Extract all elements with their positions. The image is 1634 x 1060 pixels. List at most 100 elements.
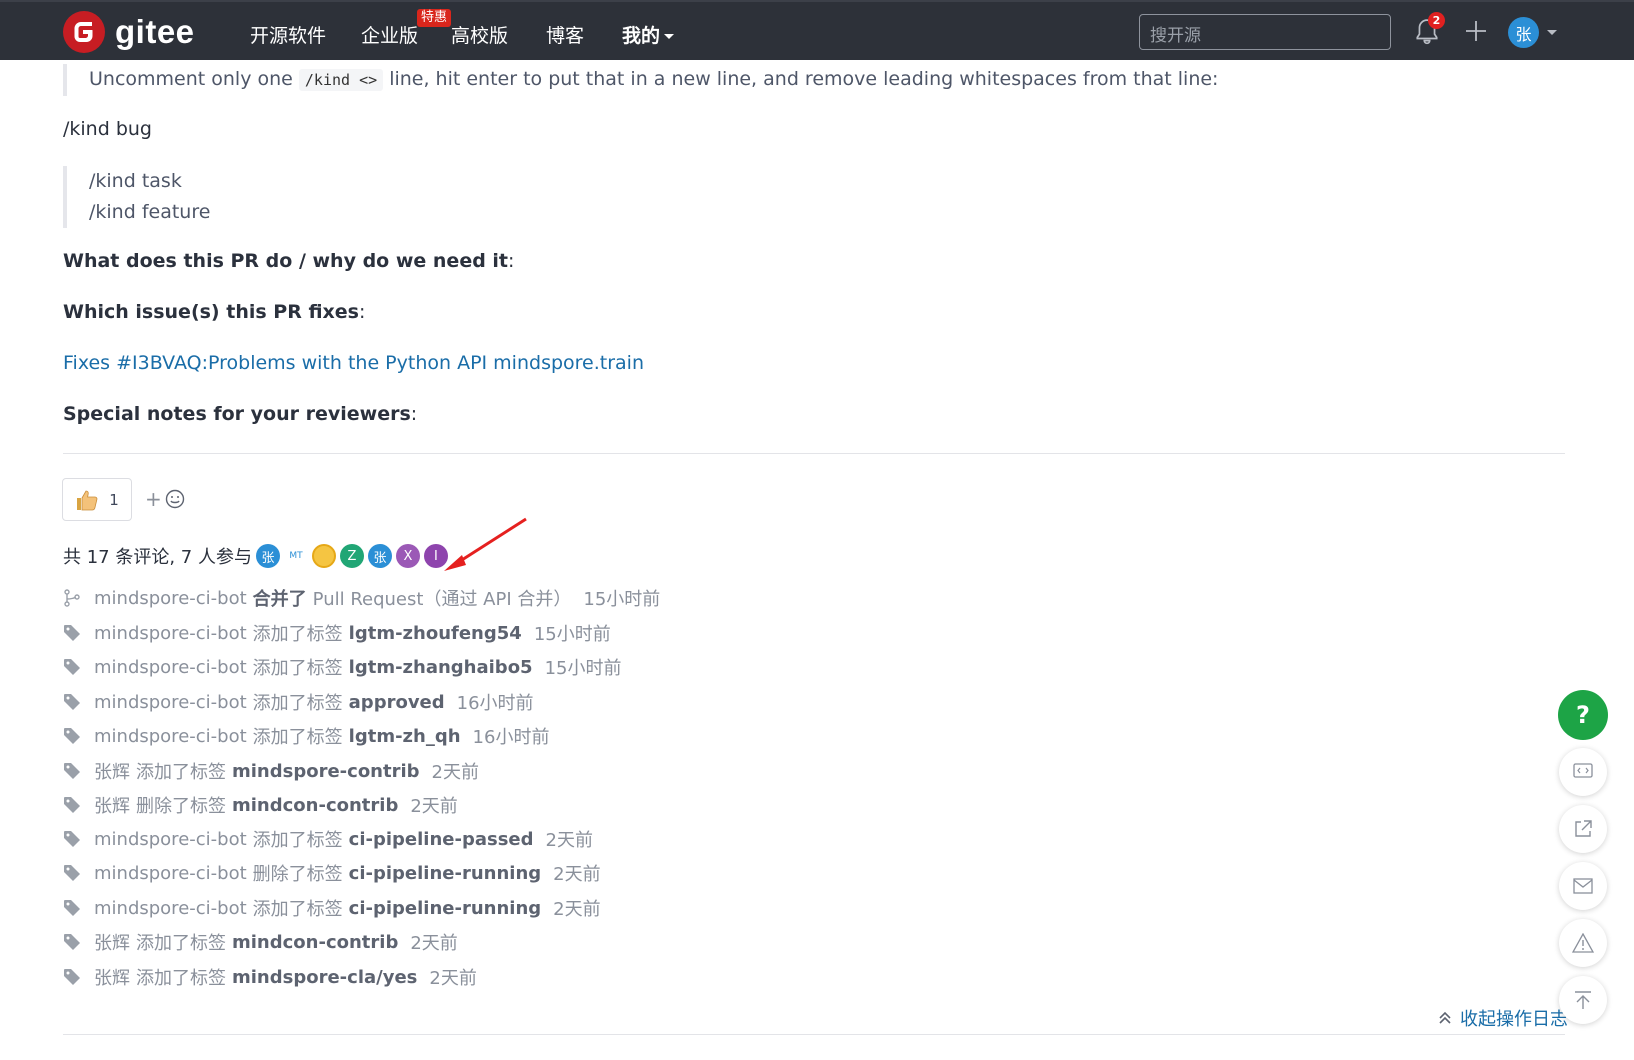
activity-time: 16小时前 xyxy=(456,693,534,714)
activity-time: 15小时前 xyxy=(544,658,622,679)
activity-user[interactable]: mindspore-ci-bot xyxy=(94,898,247,919)
what-heading: What does this PR do / why do we need it… xyxy=(63,250,515,272)
activity-action: 添加了标签 xyxy=(252,658,343,679)
nav-open-source[interactable]: 开源软件 xyxy=(250,21,326,48)
activity-target: ci-pipeline-running xyxy=(348,897,542,919)
tag-icon xyxy=(64,694,80,710)
report-button[interactable] xyxy=(1559,919,1607,967)
instruction-text-pre: Uncomment only one xyxy=(89,68,293,90)
thumbs-up-icon xyxy=(77,490,98,510)
nav-mine-label: 我的 xyxy=(622,25,661,47)
content-divider xyxy=(63,453,1565,454)
tag-icon xyxy=(64,797,80,813)
activity-action: 添加了标签 xyxy=(136,762,226,783)
activity-target: mindcon-contrib xyxy=(232,931,399,953)
activity-user[interactable]: mindspore-ci-bot xyxy=(94,863,247,884)
notes-heading-text: Special notes for your reviewers xyxy=(63,403,411,425)
activity-item: mindspore-ci-bot 添加了标签 approved 16小时前 xyxy=(63,689,534,715)
activity-user[interactable]: 张辉 xyxy=(94,964,130,990)
activity-user[interactable]: 张辉 xyxy=(94,929,130,955)
activity-time: 16小时前 xyxy=(472,727,550,748)
activity-time: 15小时前 xyxy=(533,624,611,645)
activity-user[interactable]: mindspore-ci-bot xyxy=(94,657,247,678)
kind-bug-line: /kind bug xyxy=(63,118,152,140)
warning-icon xyxy=(1572,933,1594,953)
activity-item: mindspore-ci-bot 添加了标签 lgtm-zhanghaibo5 15小… xyxy=(63,654,622,680)
tag-icon xyxy=(64,865,80,881)
enterprise-promo-badge: 特惠 xyxy=(417,9,452,27)
nav-mine[interactable]: 我的 xyxy=(622,21,675,48)
activity-target: mindcon-contrib xyxy=(232,794,399,816)
nav-education[interactable]: 高校版 xyxy=(451,21,508,48)
double-chevron-up-icon xyxy=(1439,1011,1451,1024)
activity-action: 添加了标签 xyxy=(252,624,343,645)
which-heading-text: Which issue(s) this PR fixes xyxy=(63,301,359,323)
search-input[interactable]: 搜开源 xyxy=(1139,14,1391,50)
activity-target: approved xyxy=(348,691,445,713)
fixes-line: Fixes #I3BVAQ:Problems with the Python A… xyxy=(63,352,644,374)
help-button[interactable]: ? xyxy=(1558,690,1608,740)
thumbs-up-reaction-button[interactable]: 1 xyxy=(62,478,132,521)
code-icon xyxy=(1573,763,1593,778)
participant-avatar[interactable]: Z xyxy=(339,544,364,568)
activity-user[interactable]: mindspore-ci-bot xyxy=(94,588,247,609)
participants-summary: 共 17 条评论, 7 人参与 张 MT Z 张 X I xyxy=(63,543,448,569)
smile-icon xyxy=(165,489,184,509)
code-embed-button[interactable] xyxy=(1559,748,1607,796)
fixes-prefix: Fixes xyxy=(63,352,111,374)
tag-icon xyxy=(64,831,80,847)
activity-action: 添加了标签 xyxy=(136,933,226,954)
participant-avatar[interactable]: 张 xyxy=(367,544,392,568)
activity-time: 2天前 xyxy=(429,968,477,989)
participant-avatar[interactable]: 张 xyxy=(255,544,280,568)
participant-avatar[interactable] xyxy=(311,544,336,568)
back-to-top-button[interactable] xyxy=(1559,976,1607,1024)
tag-icon xyxy=(64,728,80,744)
avatar-chevron-down-icon[interactable] xyxy=(1547,30,1557,35)
activity-user[interactable]: mindspore-ci-bot xyxy=(94,829,247,850)
collapse-log-label: 收起操作日志 xyxy=(1460,1009,1568,1030)
activity-user[interactable]: 张辉 xyxy=(94,792,130,818)
activity-target: lgtm-zh_qh xyxy=(348,725,461,747)
notes-heading: Special notes for your reviewers: xyxy=(63,403,418,425)
tag-icon xyxy=(64,659,80,675)
activity-target: mindspore-contrib xyxy=(232,760,420,782)
add-reaction-button[interactable]: + xyxy=(145,487,185,511)
nav-enterprise[interactable]: 企业版 xyxy=(361,21,418,48)
external-link-icon xyxy=(1575,820,1592,837)
activity-action: 删除了标签 xyxy=(252,864,343,885)
annotation-arrow-icon xyxy=(444,517,527,571)
collapse-log-button[interactable]: 收起操作日志 xyxy=(1438,1005,1568,1031)
activity-user[interactable]: mindspore-ci-bot xyxy=(94,623,247,644)
activity-user[interactable]: mindspore-ci-bot xyxy=(94,692,247,713)
what-heading-text: What does this PR do / why do we need it xyxy=(63,250,509,272)
kind-feature-line: /kind feature xyxy=(89,201,211,223)
activity-target: lgtm-zhanghaibo5 xyxy=(348,656,533,678)
merge-icon xyxy=(64,589,80,607)
mail-icon xyxy=(1573,878,1593,894)
activity-item: 张辉 添加了标签 mindcon-contrib 2天前 xyxy=(63,929,458,955)
user-avatar[interactable]: 张 xyxy=(1508,17,1539,48)
participant-avatar[interactable]: X xyxy=(395,544,420,568)
kind-options-quote: /kind task /kind feature xyxy=(63,166,210,228)
issue-link[interactable]: #I3BVAQ:Problems with the Python API min… xyxy=(116,352,644,374)
activity-item: mindspore-ci-bot 添加了标签 lgtm-zh_qh 16小时前 xyxy=(63,723,549,749)
instruction-text-post: line, hit enter to put that in a new lin… xyxy=(389,68,1219,90)
activity-time: 2天前 xyxy=(553,864,601,885)
nav-blog[interactable]: 博客 xyxy=(546,21,584,48)
activity-target: Pull Request（通过 API 合并） xyxy=(312,589,572,610)
gitee-logo[interactable]: gitee xyxy=(63,11,195,53)
mail-button[interactable] xyxy=(1559,862,1607,910)
activity-user[interactable]: mindspore-ci-bot xyxy=(94,726,247,747)
participant-avatar[interactable]: MT xyxy=(283,544,308,568)
instruction-quote: Uncomment only one /kind <> line, hit en… xyxy=(63,64,1218,96)
activity-time: 15小时前 xyxy=(583,589,661,610)
tag-icon xyxy=(64,934,80,950)
plus-icon[interactable] xyxy=(1464,19,1488,43)
kind-code-snippet: /kind <> xyxy=(298,69,384,91)
share-button[interactable] xyxy=(1559,805,1607,853)
activity-item: mindspore-ci-bot 合并了 Pull Request（通过 API 合… xyxy=(63,585,660,611)
activity-action: 删除了标签 xyxy=(136,796,226,817)
activity-user[interactable]: 张辉 xyxy=(94,758,130,784)
notification-count-badge: 2 xyxy=(1428,12,1445,29)
